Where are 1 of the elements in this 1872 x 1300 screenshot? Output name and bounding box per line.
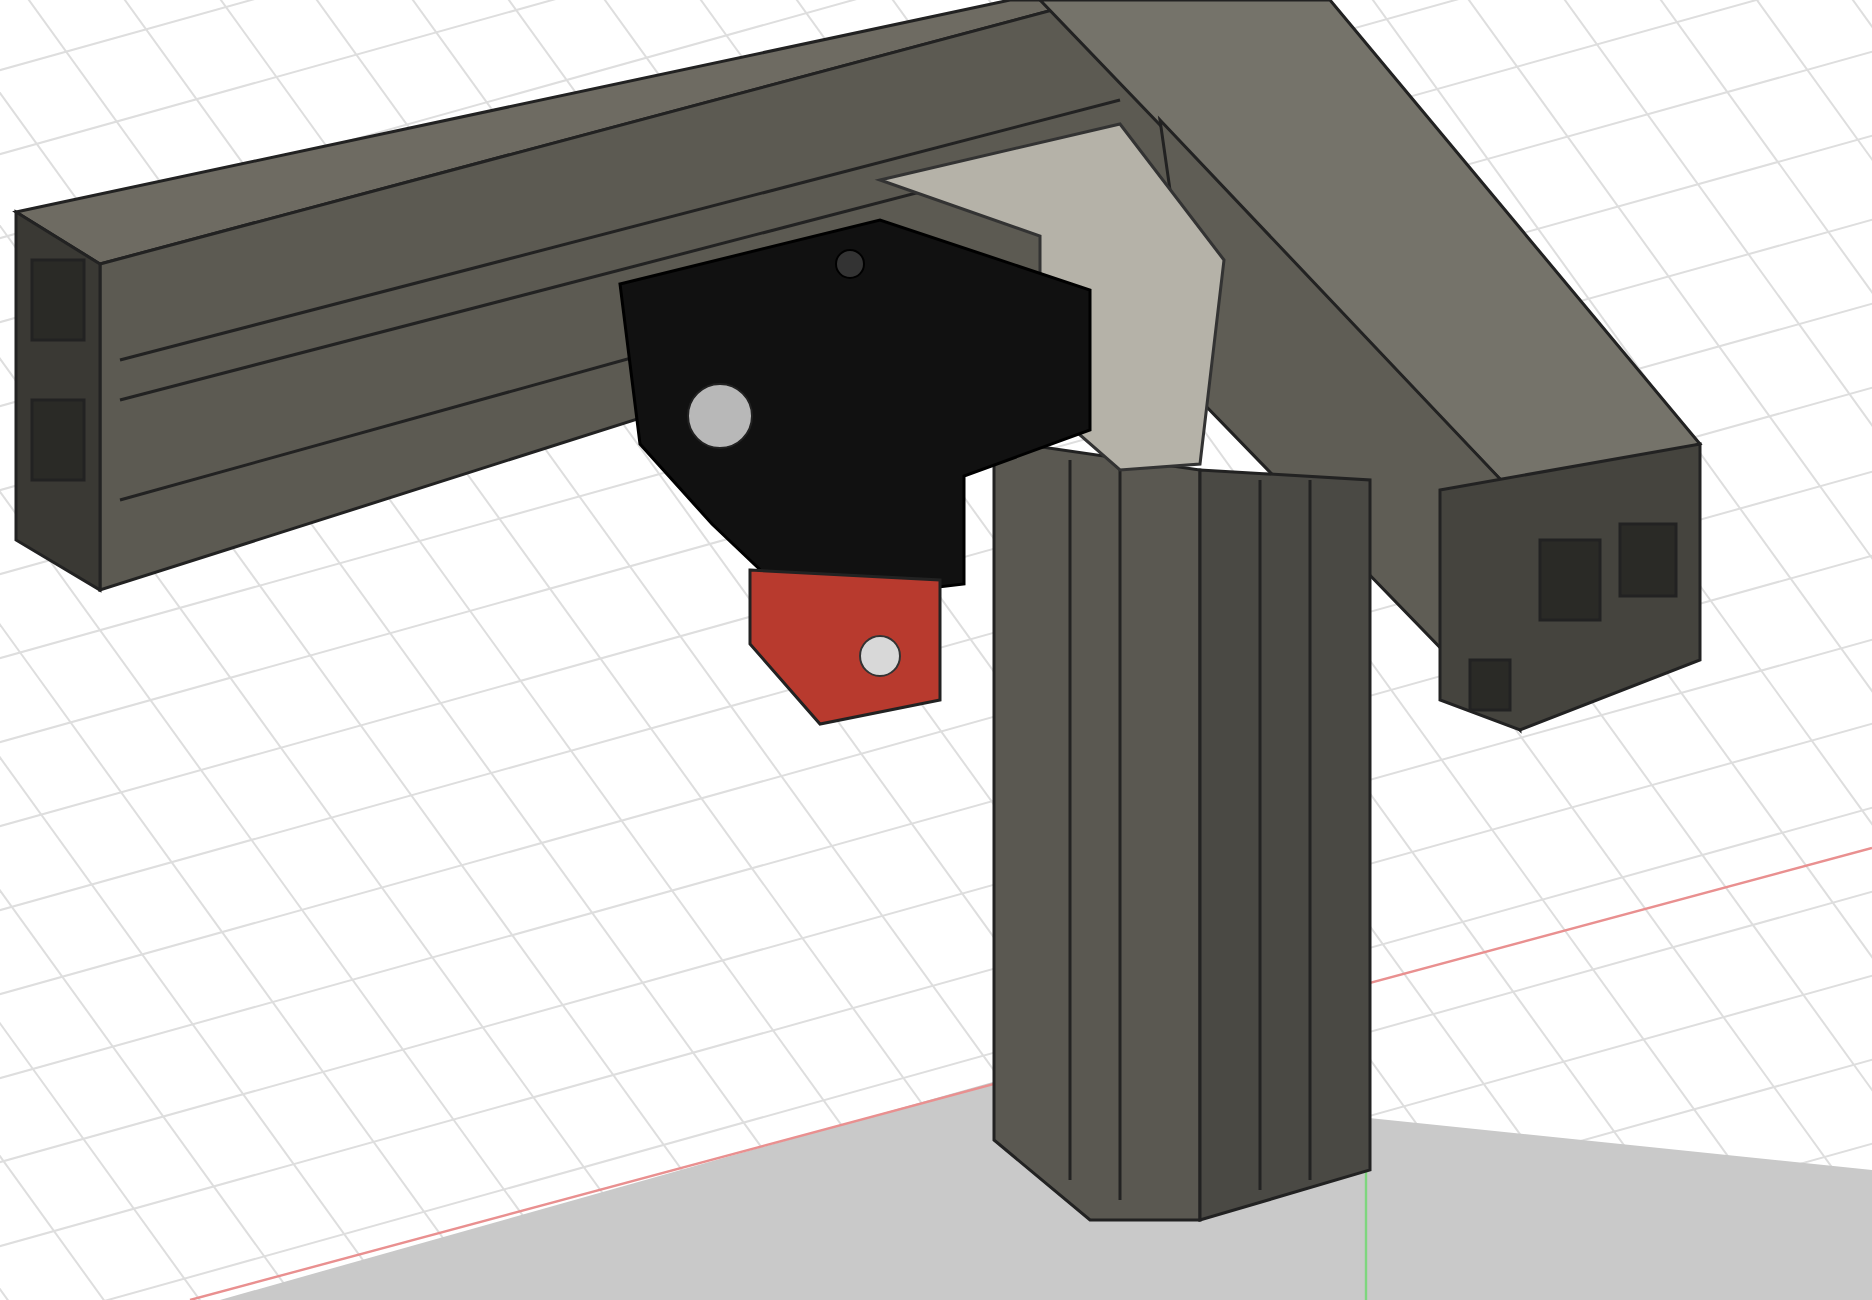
y-axis-line bbox=[1364, 1170, 1368, 1300]
